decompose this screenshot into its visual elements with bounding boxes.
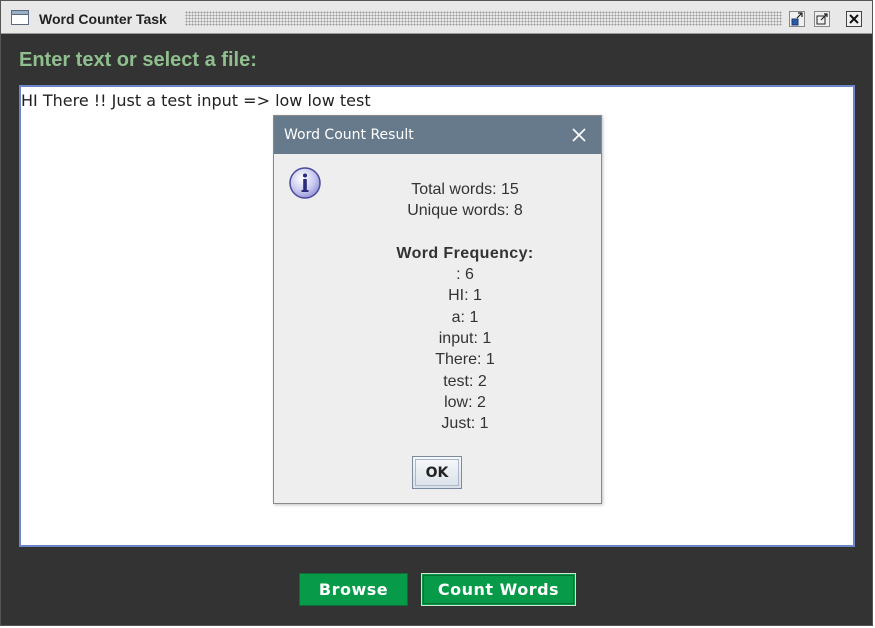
frequency-item: : 6 bbox=[456, 266, 474, 284]
frequency-item: a: 1 bbox=[451, 308, 479, 326]
window-icon bbox=[11, 10, 29, 25]
dialog-message: Total words: 15 Unique words: 8 Word Fre… bbox=[330, 179, 600, 435]
main-window: Word Counter Task Enter text or select a… bbox=[0, 0, 873, 626]
minimize-icon[interactable] bbox=[789, 11, 805, 27]
prompt-label: Enter text or select a file: bbox=[19, 49, 257, 71]
frequency-item: HI: 1 bbox=[448, 287, 482, 305]
word-count-result-dialog: Word Count Result Total words: 15 Unique… bbox=[273, 115, 602, 504]
frequency-item: test: 2 bbox=[443, 372, 487, 390]
frequency-item: Just: 1 bbox=[441, 415, 489, 433]
word-frequency-heading: Word Frequency: bbox=[396, 244, 534, 262]
count-words-button[interactable]: Count Words bbox=[421, 573, 576, 606]
dialog-title: Word Count Result bbox=[284, 127, 414, 143]
dialog-title-bar[interactable]: Word Count Result bbox=[274, 116, 601, 154]
info-icon bbox=[289, 167, 321, 199]
title-bar-grip[interactable] bbox=[185, 11, 782, 26]
window-title: Word Counter Task bbox=[39, 11, 167, 27]
ok-button[interactable]: OK bbox=[412, 456, 462, 489]
frequency-item: low: 2 bbox=[444, 393, 486, 411]
close-icon[interactable] bbox=[571, 127, 587, 143]
unique-words-text: Unique words: 8 bbox=[407, 202, 523, 220]
maximize-icon[interactable] bbox=[814, 11, 830, 27]
frequency-item: There: 1 bbox=[435, 351, 495, 369]
close-icon[interactable] bbox=[846, 11, 862, 27]
text-input-value[interactable]: HI There !! Just a test input => low low… bbox=[21, 92, 371, 110]
browse-button[interactable]: Browse bbox=[299, 573, 408, 606]
title-bar[interactable]: Word Counter Task bbox=[1, 1, 872, 34]
frequency-item: input: 1 bbox=[438, 330, 492, 348]
total-words-text: Total words: 15 bbox=[411, 181, 519, 198]
